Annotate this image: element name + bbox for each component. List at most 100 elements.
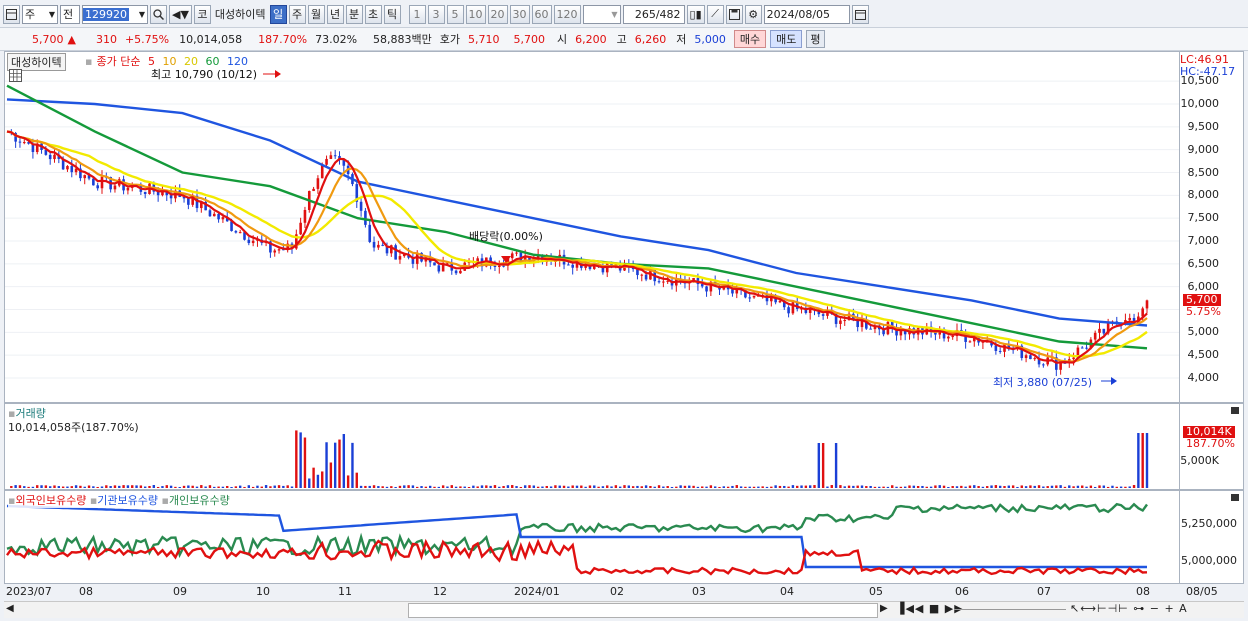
interval-30[interactable]: 30 [509,4,530,24]
volume-bar [57,486,61,488]
chart-tool-icons[interactable]: ↖⟷⊢⊣⊢ ⊶ − + A [1070,602,1188,615]
volume-bar [459,486,462,488]
candle-body [1029,355,1032,360]
price-tick: 10,500 [1180,74,1220,88]
volume-bar [204,486,207,488]
volume-value: 10,014,058 [179,32,243,46]
volume-bar [277,485,281,488]
volume-bar [575,485,579,488]
institution-holding-line [6,504,1147,569]
ma60-line [6,84,1148,350]
volume-bar [1145,433,1149,488]
volume-bar [109,486,112,488]
bid-value: 5,710 [468,32,500,46]
volume-bar [135,485,138,488]
grid-icon[interactable] [9,69,22,82]
volume-bar [256,485,259,488]
interval-20[interactable]: 20 [487,4,508,24]
volume-bar [105,485,108,488]
draw-tool-icon[interactable]: ⟋ [706,4,724,24]
volume-bar [213,486,216,488]
interval-10[interactable]: 10 [465,4,486,24]
price-chart-svg [5,70,1179,385]
volume-bar [269,486,272,488]
volume-bar [286,485,289,488]
volume-bar [48,486,52,488]
candle-body [18,141,22,143]
volume-bar [903,486,907,488]
interval-select[interactable]: ▼ [582,4,621,24]
period-minute[interactable]: 분 [345,4,363,24]
date-field[interactable]: 2024/08/05 [763,4,850,24]
volume-bar [1011,485,1015,488]
count-field[interactable]: 265/482 [622,4,685,24]
period-tick[interactable]: 틱 [383,4,401,24]
calendar-icon[interactable] [851,4,869,24]
price-chart-panel[interactable]: 대성하이텍 ▪ 종가 단순 5 10 20 60 120 최고 10,790 (1… [4,51,1180,403]
stock-code-input[interactable]: 129920 ▼ [82,4,148,24]
scrollbar[interactable]: ◀ ▶ ▐◀◀ ■ ▶▶ ↖⟷⊢⊣⊢ ⊶ − + A [4,601,1244,618]
price-tick: 4,000 [1187,371,1220,384]
volume-bar [113,485,117,488]
speaker-icon[interactable]: ◀▼ [169,4,192,24]
panel-close-icon[interactable] [1231,407,1239,414]
volume-bar [865,486,868,488]
sell-button[interactable]: 매도 [770,30,803,48]
candle-body [273,250,277,253]
volume-bar [489,485,492,488]
interval-1[interactable]: 1 [408,4,426,24]
panel-close-icon[interactable] [1231,494,1239,501]
volume-bar [295,430,298,488]
volume-bar [303,437,307,488]
volume-bar [1137,433,1140,488]
layout-icon[interactable] [3,4,20,24]
scroll-left-icon[interactable]: ◀ [6,603,14,614]
open-value: 6,200 [575,32,607,46]
volume-bar [1003,486,1006,488]
amount-value: 58,883백만 [373,33,432,46]
volume-bar [631,486,635,488]
candle-body [493,265,497,268]
period-month[interactable]: 월 [307,4,325,24]
period-second[interactable]: 초 [364,4,382,24]
volume-bar [441,485,445,488]
interval-5[interactable]: 5 [446,4,464,24]
candle-body [48,154,52,160]
volume-bar [182,485,186,488]
period-year[interactable]: 년 [326,4,344,24]
save-icon[interactable] [725,4,743,24]
volume-bar [325,442,328,488]
change-pct: +5.75% [124,32,170,46]
volume-bar [290,486,294,488]
candle-body [247,239,251,244]
interval-60[interactable]: 60 [531,4,552,24]
chart-toolbar: 주 ▼ 전 129920 ▼ ◀▼ 코 대성하이텍 일 주 월 년 분 초 틱 1 … [0,2,1248,26]
search-icon[interactable] [150,4,167,24]
gear-icon[interactable]: ⚙ [744,4,762,24]
scroll-right-icon[interactable]: ▶ [880,603,888,614]
period-day[interactable]: 일 [269,4,287,24]
volume-bar [519,486,523,488]
volume-bar [14,485,17,488]
volume-bar [580,485,583,488]
volume-bar [407,485,410,488]
buy-button[interactable]: 매수 [733,30,767,48]
holding-panel[interactable]: ▪외국인보유수량 ▪기관보유수량 ▪개인보유수량 [4,490,1180,584]
volume-bar [912,485,916,488]
interval-120[interactable]: 120 [553,4,581,24]
volume-bar [644,485,648,488]
candle-body [1024,355,1028,358]
eval-button[interactable]: 평 [806,30,825,48]
volume-bar [191,485,194,488]
volume-bar [990,485,993,488]
interval-3[interactable]: 3 [427,4,445,24]
prev-button[interactable]: 전 [60,4,80,24]
period-week[interactable]: 주 [288,4,306,24]
volume-bar [61,486,65,488]
volume-panel[interactable]: ▪거래량 10,014,058주(187.70%) [4,403,1180,490]
type-select[interactable]: 주 ▼ [22,4,58,24]
candle-body [1093,332,1097,340]
volume-bar [515,486,518,488]
scroll-thumb[interactable] [408,603,878,618]
candle-icon[interactable]: ▯▮ [686,4,705,24]
